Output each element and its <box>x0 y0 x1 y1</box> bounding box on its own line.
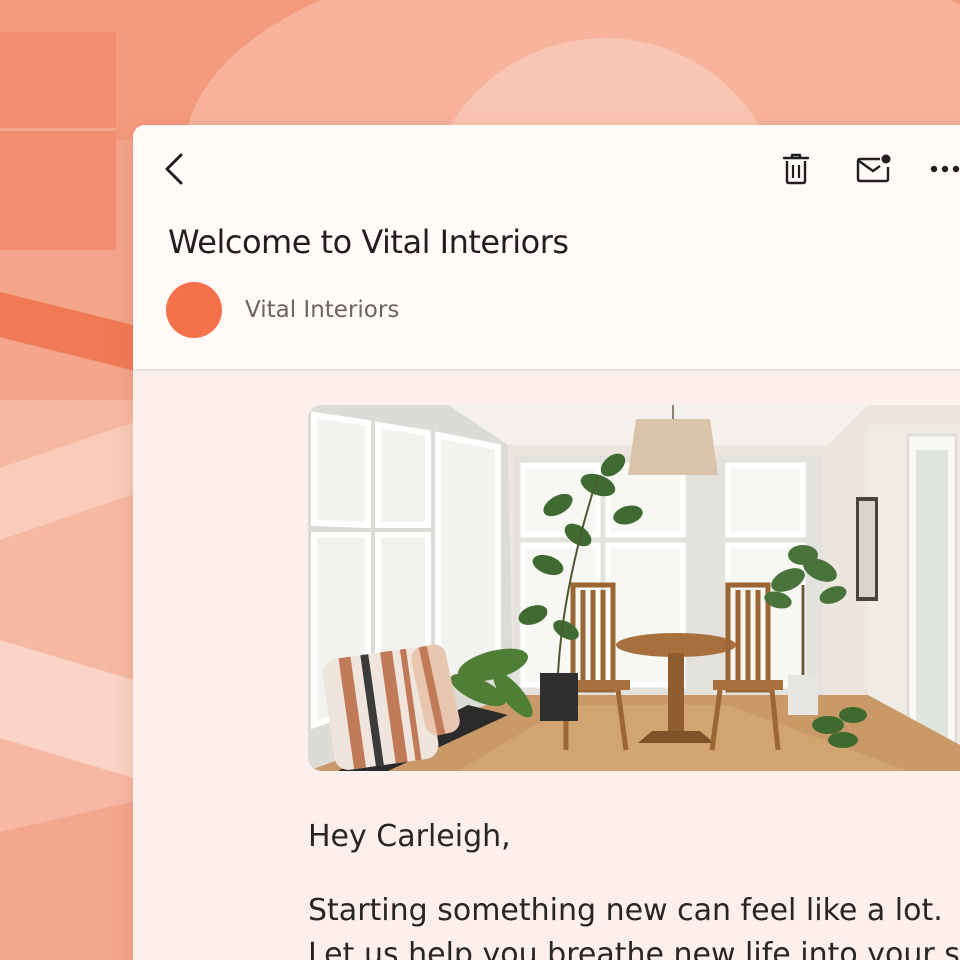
more-options-button[interactable] <box>926 147 960 191</box>
sunroom-photo-illustration <box>308 405 960 771</box>
sender-name: Vital Interiors <box>245 297 400 323</box>
avatar <box>166 282 222 338</box>
email-window: Welcome to Vital Interiors Vital Interio… <box>133 125 960 960</box>
email-body-text: Starting something new can feel like a l… <box>308 889 960 960</box>
trash-icon <box>782 153 810 185</box>
back-button[interactable] <box>153 147 197 191</box>
email-header: Welcome to Vital Interiors Vital Interio… <box>133 125 960 371</box>
hero-image <box>308 405 960 771</box>
background-stripe <box>0 128 116 131</box>
email-body: Hey Carleigh, Starting something new can… <box>133 371 960 960</box>
body-line: Starting something new can feel like a l… <box>308 893 943 928</box>
body-line: Let us help you breathe new life into yo… <box>308 937 960 960</box>
mail-unread-icon <box>856 154 891 183</box>
chevron-left-icon <box>165 153 183 185</box>
email-subject: Welcome to Vital Interiors <box>168 223 569 261</box>
more-horizontal-icon <box>930 165 960 173</box>
background-rectangle <box>0 32 116 250</box>
mark-unread-button[interactable] <box>852 147 896 191</box>
email-greeting: Hey Carleigh, <box>308 819 511 854</box>
sender-row[interactable]: Vital Interiors <box>166 282 399 338</box>
delete-button[interactable] <box>774 147 818 191</box>
